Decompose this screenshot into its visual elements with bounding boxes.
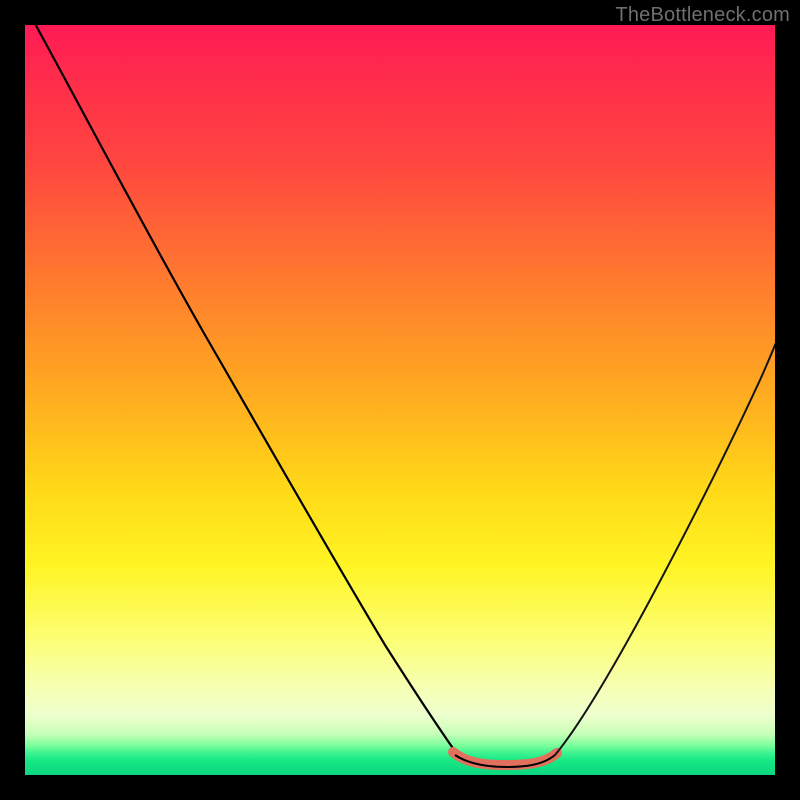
watermark-text: TheBottleneck.com xyxy=(615,4,790,27)
chart-stage: TheBottleneck.com xyxy=(0,0,800,800)
plot-area xyxy=(25,25,775,775)
curve-right-branch xyxy=(555,333,775,755)
curve-left-branch xyxy=(33,25,457,754)
curve-layer xyxy=(25,25,775,775)
